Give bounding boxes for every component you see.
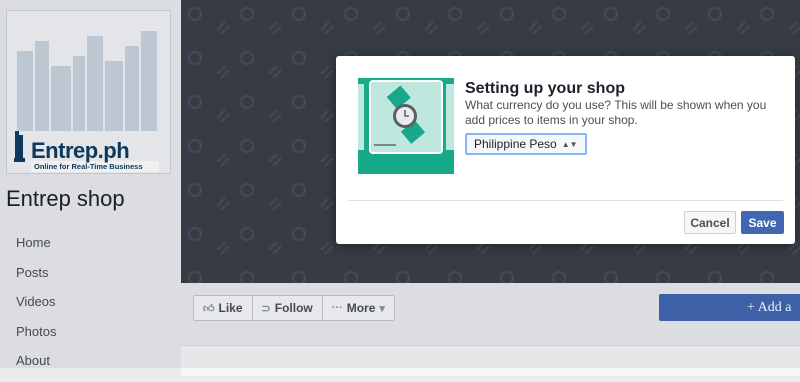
sidebar-item-posts[interactable]: Posts xyxy=(16,264,56,294)
profile-picture[interactable]: Entrep.ph Online for Real-Time Business xyxy=(6,10,171,174)
sidebar-item-about[interactable]: About xyxy=(16,352,56,382)
sidebar-item-home[interactable]: Home xyxy=(16,234,56,264)
page-sidebar: Entrep.ph Online for Real-Time Business … xyxy=(0,0,181,368)
more-icon: ··· xyxy=(331,302,343,314)
currency-value: Philippine Peso xyxy=(474,137,557,151)
sidebar-item-videos[interactable]: Videos xyxy=(16,293,56,323)
cancel-button[interactable]: Cancel xyxy=(684,211,736,234)
sidebar-nav: Home Posts Videos Photos About xyxy=(16,234,56,382)
sidebar-item-photos[interactable]: Photos xyxy=(16,323,56,353)
follow-button[interactable]: ⊃ Follow xyxy=(253,296,323,320)
page-action-bar: 👍︎ Like ⊃ Follow ··· More ▾ + Add a xyxy=(181,283,800,343)
save-button[interactable]: Save xyxy=(741,211,784,234)
dialog-title: Setting up your shop xyxy=(465,80,625,97)
follow-label: Follow xyxy=(274,301,313,315)
shop-illustration xyxy=(358,78,454,174)
shop-setup-dialog: Setting up your shop What currency do yo… xyxy=(336,56,795,244)
dialog-divider xyxy=(348,200,783,201)
currency-select[interactable]: Philippine Peso ▲▼ xyxy=(465,133,587,155)
add-button[interactable]: + Add a xyxy=(659,294,800,321)
like-icon: 👍︎ xyxy=(203,302,215,315)
like-button[interactable]: 👍︎ Like xyxy=(194,296,253,320)
dialog-description: What currency do you use? This will be s… xyxy=(465,98,767,127)
like-label: Like xyxy=(218,301,243,315)
page-actions-group: 👍︎ Like ⊃ Follow ··· More ▾ xyxy=(193,295,395,321)
logo-text: Entrep.ph xyxy=(31,138,130,163)
content-card xyxy=(181,345,800,376)
more-label: More xyxy=(346,301,376,315)
page-title[interactable]: Entrep shop xyxy=(6,186,125,212)
more-button[interactable]: ··· More ▾ xyxy=(323,296,394,320)
chevron-down-icon: ▾ xyxy=(379,302,385,315)
follow-icon: ⊃ xyxy=(261,302,271,315)
select-arrows-icon: ▲▼ xyxy=(561,139,578,149)
logo-tagline: Online for Real-Time Business xyxy=(34,162,143,171)
